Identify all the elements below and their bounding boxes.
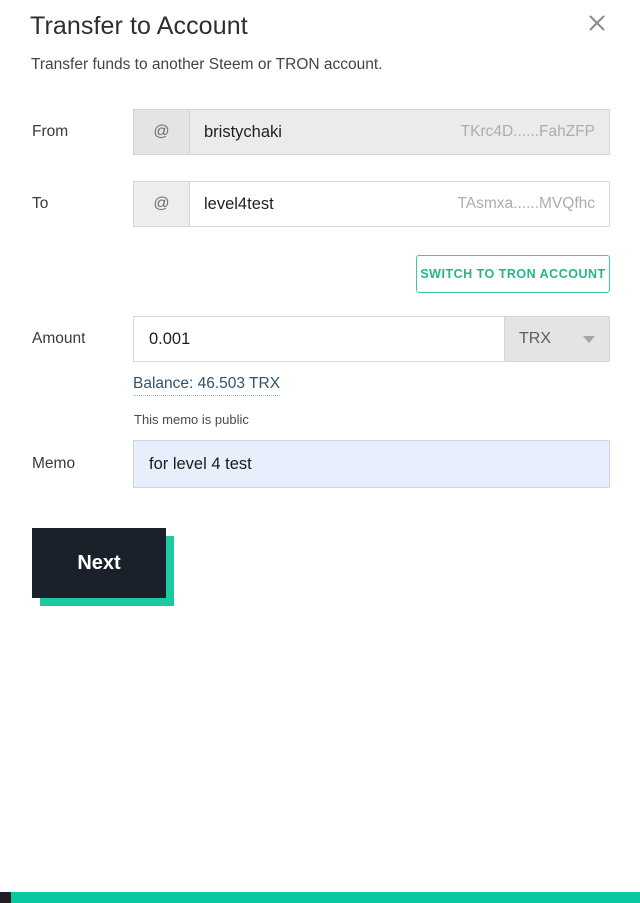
bottom-bar-nub (0, 892, 11, 903)
memo-input[interactable]: for level 4 test (133, 440, 610, 488)
chevron-down-icon (583, 335, 595, 343)
amount-row: Amount 0.001 TRX (0, 316, 640, 362)
amount-field: 0.001 TRX (133, 316, 610, 362)
at-symbol-icon: @ (133, 181, 189, 227)
from-field: @ bristychaki TKrc4D......FahZFP (133, 109, 610, 155)
memo-row: Memo for level 4 test (0, 440, 640, 488)
from-account-address: TKrc4D......FahZFP (460, 123, 595, 140)
amount-label: Amount (32, 330, 86, 347)
to-account-name: level4test (204, 194, 274, 213)
currency-select[interactable]: TRX (505, 316, 610, 362)
close-icon[interactable] (582, 8, 612, 38)
balance-link[interactable]: Balance: 46.503 TRX (133, 375, 281, 396)
transfer-dialog: Transfer to Account Transfer funds to an… (0, 0, 640, 903)
to-account-address: TAsmxa......MVQfhc (457, 195, 595, 212)
bottom-accent-bar (0, 892, 640, 903)
dialog-subtitle: Transfer funds to another Steem or TRON … (31, 56, 383, 73)
from-account-input[interactable]: bristychaki TKrc4D......FahZFP (189, 109, 610, 155)
memo-label: Memo (32, 455, 76, 472)
from-account-name: bristychaki (204, 122, 282, 141)
from-label: From (32, 123, 69, 140)
from-row: From @ bristychaki TKrc4D......FahZFP (0, 109, 640, 155)
next-button[interactable]: Next (32, 528, 166, 598)
amount-input[interactable]: 0.001 (133, 316, 505, 362)
switch-to-tron-account-button[interactable]: SWITCH TO TRON ACCOUNT (416, 255, 610, 293)
currency-selected-value: TRX (519, 330, 551, 347)
at-symbol-icon: @ (133, 109, 189, 155)
to-label: To (32, 195, 49, 212)
to-field: @ level4test TAsmxa......MVQfhc (133, 181, 610, 227)
to-row: To @ level4test TAsmxa......MVQfhc (0, 181, 640, 227)
memo-hint-text: This memo is public (134, 412, 249, 427)
page-title: Transfer to Account (30, 12, 248, 40)
next-button-wrapper: Next (32, 528, 174, 606)
to-account-input[interactable]: level4test TAsmxa......MVQfhc (189, 181, 610, 227)
